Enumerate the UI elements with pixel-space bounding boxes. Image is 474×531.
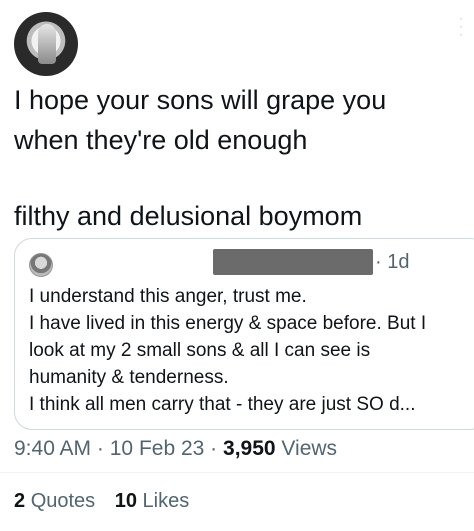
redacted-author-name (213, 249, 373, 275)
likes-stat[interactable]: 10 Likes (115, 490, 190, 512)
avatar-figure (38, 24, 56, 64)
divider (0, 472, 474, 473)
quoted-line-4: humanity & tenderness. (29, 367, 229, 388)
tweet-line-1: I hope your sons will grape you (14, 85, 387, 115)
likes-label: Likes (142, 490, 190, 512)
quoted-line-1: I understand this anger, trust me. (29, 286, 307, 307)
quoted-tweet[interactable]: · 1d I understand this anger, trust me. … (14, 238, 474, 430)
tweet-time[interactable]: 9:40 AM (14, 437, 91, 460)
quotes-label: Quotes (30, 490, 96, 512)
views-label: Views (281, 437, 338, 460)
quoted-author-avatar (29, 253, 53, 277)
author-avatar[interactable] (14, 12, 78, 76)
views-count: 3,950 (223, 437, 276, 460)
quoted-line-2: I have lived in this energy & space befo… (29, 313, 427, 334)
likes-count: 10 (114, 490, 137, 512)
tweet-line-3: filthy and delusional boymom (14, 201, 363, 231)
meta-separator: · (96, 437, 104, 460)
tweet-date[interactable]: 10 Feb 23 (110, 437, 205, 460)
quoted-line-5: I think all men carry that - they are ju… (29, 394, 416, 415)
more-options-icon[interactable]: · · · (458, 12, 464, 44)
quotes-stat[interactable]: 2 Quotes (14, 490, 101, 512)
quotes-count: 2 (14, 490, 26, 512)
tweet-text: I hope your sons will grape you when the… (14, 80, 464, 236)
tweet-stats: 2 Quotes 10 Likes (14, 490, 203, 513)
quoted-line-3: look at my 2 small sons & all I can see … (29, 340, 371, 361)
tweet-meta: 9:40 AM · 10 Feb 23 · 3,950 Views (14, 437, 337, 461)
meta-separator: · (210, 437, 218, 460)
tweet-line-2: when they're old enough (14, 125, 308, 155)
quoted-timestamp: · 1d (375, 251, 410, 273)
quoted-tweet-text: I understand this anger, trust me. I hav… (29, 283, 474, 418)
